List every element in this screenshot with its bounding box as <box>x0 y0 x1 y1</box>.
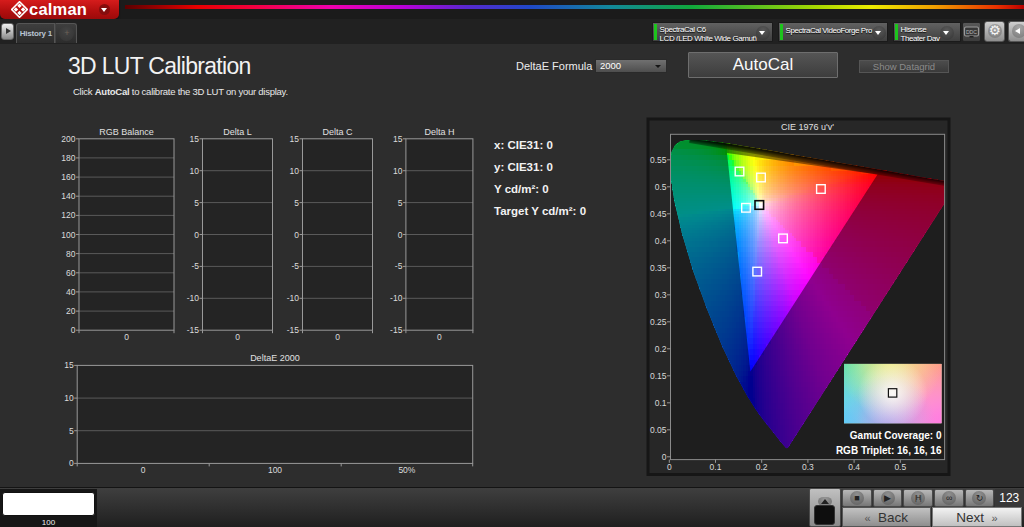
svg-text:Gamut Coverage: 0: Gamut Coverage: 0 <box>850 430 942 441</box>
svg-text:0.55: 0.55 <box>650 155 667 165</box>
svg-text:0.2: 0.2 <box>655 344 667 354</box>
svg-text:0.4: 0.4 <box>848 462 860 472</box>
svg-text:0.5: 0.5 <box>894 462 906 472</box>
svg-text:0.4: 0.4 <box>655 236 667 246</box>
svg-text:0.45: 0.45 <box>650 209 667 219</box>
svg-text:0: 0 <box>667 462 672 472</box>
svg-text:RGB Triplet: 16, 16, 16: RGB Triplet: 16, 16, 16 <box>836 445 942 456</box>
svg-text:0.1: 0.1 <box>655 398 667 408</box>
svg-text:0.15: 0.15 <box>650 371 667 381</box>
svg-text:0.3: 0.3 <box>655 290 667 300</box>
svg-text:CIE 1976 u'v': CIE 1976 u'v' <box>781 122 834 132</box>
svg-text:0.35: 0.35 <box>650 263 667 273</box>
svg-text:0.5: 0.5 <box>655 182 667 192</box>
svg-text:0.3: 0.3 <box>802 462 814 472</box>
svg-text:0: 0 <box>662 452 667 462</box>
svg-text:0.05: 0.05 <box>650 425 667 435</box>
svg-text:0.2: 0.2 <box>756 462 768 472</box>
svg-text:0.25: 0.25 <box>650 317 667 327</box>
svg-text:0.1: 0.1 <box>710 462 722 472</box>
